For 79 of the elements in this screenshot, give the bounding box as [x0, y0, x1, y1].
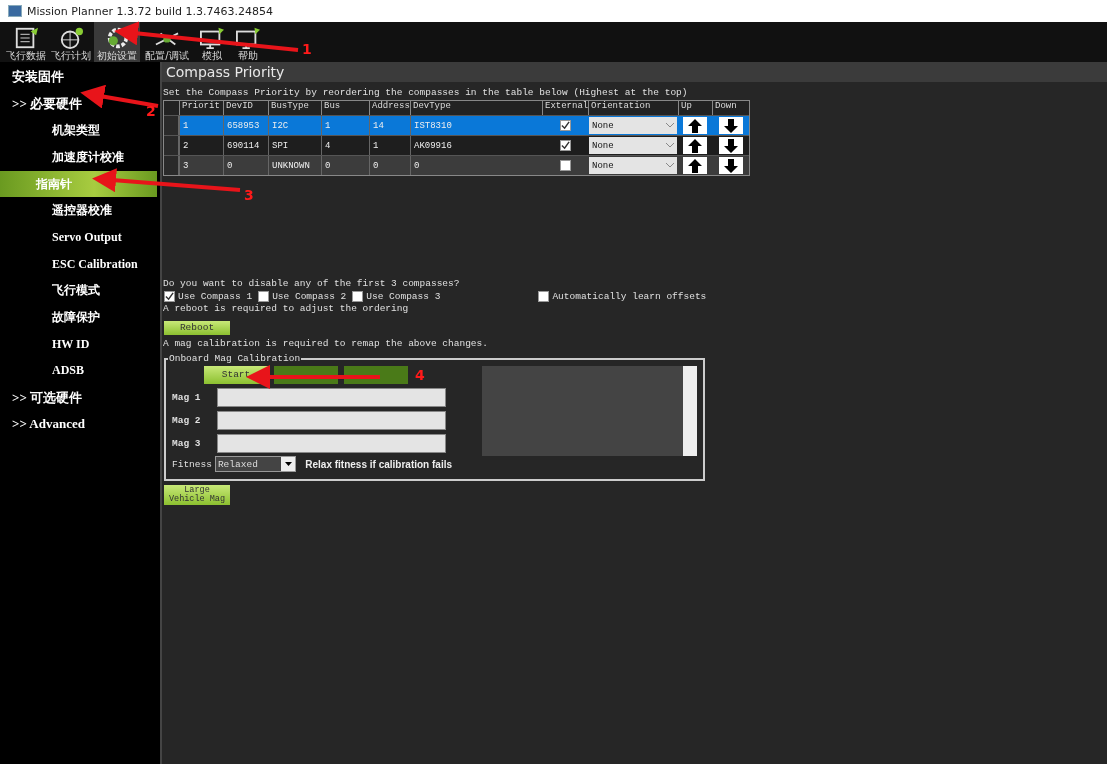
table-row[interactable]: 2 690114 SPI 4 1 AK09916 None	[164, 135, 749, 155]
compass-checkbox[interactable]: Use Compass 2	[258, 290, 347, 302]
down-arrow-icon	[723, 138, 738, 153]
move-down-button[interactable]	[718, 117, 743, 134]
fitness-label: Fitness	[172, 458, 212, 470]
fitness-dropdown[interactable]: Relaxed	[214, 456, 297, 472]
mag-label: Mag 1	[172, 391, 202, 403]
sidebar-item[interactable]: 遥控器校准	[0, 197, 116, 225]
caret-icon	[284, 462, 292, 466]
orientation-dropdown[interactable]: None	[589, 157, 677, 174]
toolbar-button[interactable]: 帮助	[230, 22, 266, 62]
down-arrow-icon	[723, 158, 738, 173]
toolbar-button[interactable]: 飞行计划	[48, 22, 94, 62]
large-vehicle-mag-button[interactable]: Large Vehicle Mag	[164, 485, 230, 505]
toolbar-button[interactable]: 配置/调试	[140, 22, 194, 62]
sidebar-item[interactable]: 加速度计校准	[0, 144, 128, 171]
orientation-dropdown[interactable]: None	[589, 117, 677, 134]
caret-icon	[666, 163, 674, 168]
move-down-button[interactable]	[718, 137, 743, 154]
up-arrow-icon	[688, 138, 702, 153]
sidebar-item[interactable]: ESC Calibration	[0, 250, 142, 278]
up-arrow-icon	[688, 158, 702, 173]
caret-icon	[666, 123, 674, 128]
move-up-button[interactable]	[683, 157, 707, 174]
toolbar-button[interactable]: 飞行数据	[4, 22, 48, 62]
move-up-button[interactable]	[683, 137, 707, 154]
sidebar-item[interactable]: 安装固件	[0, 64, 68, 91]
group-title: Onboard Mag Calibration	[168, 353, 302, 364]
checkbox[interactable]	[559, 140, 571, 151]
auto-learn-checkbox[interactable]: Automatically learn offsets	[538, 290, 707, 302]
move-down-button[interactable]	[718, 157, 743, 174]
annotation-number: 4	[415, 368, 425, 383]
toolbar-button[interactable]: 模拟	[194, 22, 230, 62]
sidebar-item[interactable]: >> 可选硬件	[0, 384, 87, 411]
table-row[interactable]: 1 658953 I2C 1 14 IST8310 None	[164, 115, 749, 135]
table-cell: 3	[179, 156, 223, 175]
app-icon	[8, 5, 22, 17]
up-arrow-icon	[688, 118, 702, 133]
compass-checkbox[interactable]: Use Compass 1	[164, 290, 253, 302]
table-cell: 0	[321, 156, 369, 175]
monitor-icon	[198, 26, 226, 50]
table-cell: 0	[223, 156, 268, 175]
orientation-dropdown[interactable]: None	[589, 137, 677, 154]
relax-note: Relax fitness if calibration fails	[305, 458, 452, 470]
annotation-number: 2	[146, 104, 156, 119]
checkbox[interactable]	[559, 120, 571, 131]
table-cell: 0	[410, 156, 542, 175]
sidebar-item[interactable]: 机架类型	[0, 117, 104, 145]
checkbox[interactable]	[559, 160, 571, 171]
check-icon	[560, 121, 570, 130]
move-up-button[interactable]	[683, 117, 707, 134]
reboot-button[interactable]: Reboot	[164, 321, 230, 335]
monitor-icon	[234, 26, 262, 50]
mag-label: Mag 2	[172, 414, 202, 426]
scrollbar[interactable]	[683, 366, 697, 456]
sidebar-item[interactable]: HW ID	[0, 330, 94, 358]
sidebar-item[interactable]: >> 必要硬件	[0, 90, 87, 118]
table-cell: UNKNOWN	[268, 156, 321, 175]
question-text: Do you want to disable any of the first 3 compasses?	[162, 278, 461, 289]
annotation-number: 1	[302, 42, 312, 57]
sidebar-item[interactable]: 飞行模式	[0, 277, 104, 305]
compass-checkbox[interactable]: Use Compass 3	[352, 290, 441, 302]
check-icon	[560, 141, 570, 150]
window-title: Mission Planner 1.3.72 build 1.3.7463.24854	[27, 4, 273, 18]
annotation-number: 3	[244, 188, 254, 203]
mag-label: Mag 3	[172, 437, 202, 449]
mag-note: A mag calibration is required to remap the above changes.	[162, 338, 489, 349]
table-row[interactable]: 3 0 UNKNOWN 0 0 0 None	[164, 155, 749, 175]
instruction-text: Set the Compass Priority by reordering the compasses in the table below (Highest at the top)	[162, 87, 689, 98]
sidebar-item[interactable]: ADSB	[0, 357, 88, 385]
page-heading: Compass Priority	[162, 62, 1107, 82]
sidebar-item[interactable]: >> Advanced	[0, 410, 89, 438]
table-cell: 0	[369, 156, 410, 175]
reboot-note: A reboot is required to adjust the ordering	[162, 303, 410, 314]
down-arrow-icon	[723, 118, 738, 133]
sidebar-item[interactable]: Servo Output	[0, 224, 126, 251]
caret-icon	[666, 143, 674, 148]
check-icon	[165, 291, 174, 301]
sidebar-item[interactable]: 故障保护	[0, 304, 104, 331]
